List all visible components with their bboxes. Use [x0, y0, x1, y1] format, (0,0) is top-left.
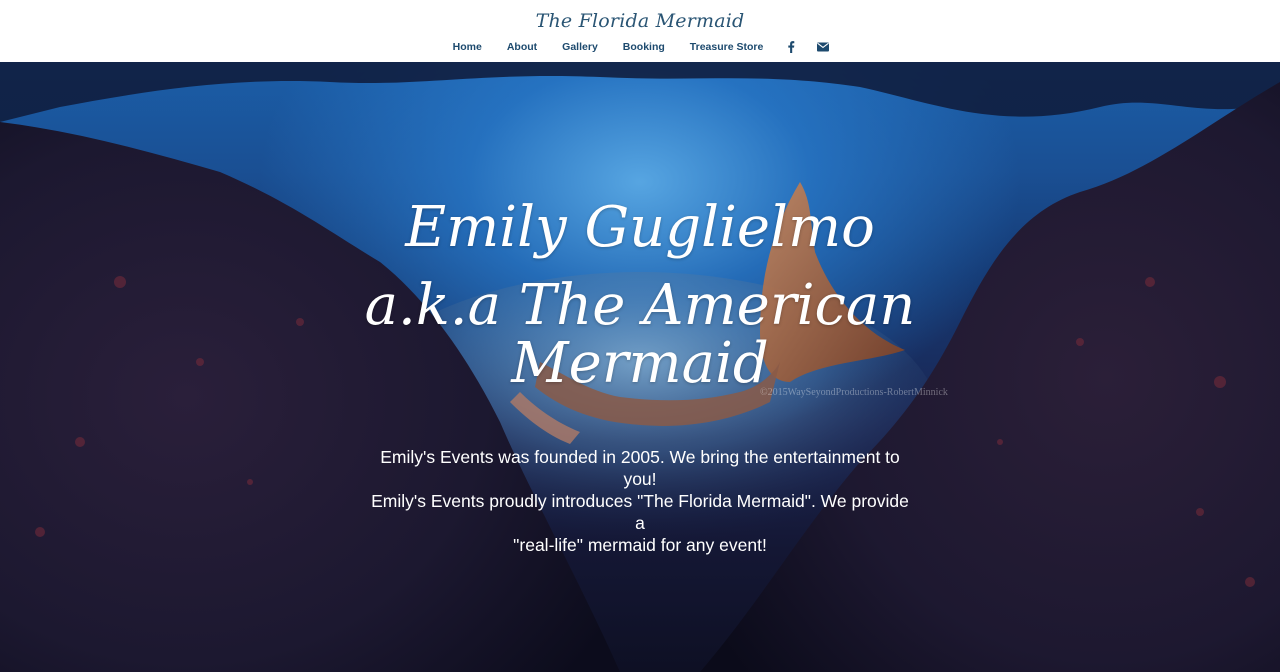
nav-home[interactable]: Home: [453, 41, 482, 53]
hero-title-line-3: Mermaid: [511, 331, 769, 396]
hero-section: ©2015WaySeyondProductions-RobertMinnick …: [0, 62, 1280, 672]
hero-title-line-2: a.k.a The American: [364, 273, 916, 338]
nav-booking[interactable]: Booking: [623, 41, 665, 53]
hero-description-line-2: Emily's Events proudly introduces "The F…: [371, 491, 909, 533]
main-nav: Home About Gallery Booking Treasure Stor…: [0, 41, 1280, 53]
mail-icon[interactable]: [816, 42, 829, 52]
hero-description-line-1: Emily's Events was founded in 2005. We b…: [380, 447, 900, 489]
nav-gallery[interactable]: Gallery: [562, 41, 598, 53]
nav-about[interactable]: About: [507, 41, 537, 53]
facebook-icon[interactable]: [787, 41, 795, 53]
hero-description-line-3: "real-life" mermaid for any event!: [513, 535, 767, 555]
site-logo[interactable]: The Florida Mermaid: [0, 10, 1280, 32]
nav-treasure-store[interactable]: Treasure Store: [690, 41, 764, 53]
hero-title-line-1: Emily Guglielmo: [405, 195, 875, 260]
site-header: The Florida Mermaid Home About Gallery B…: [0, 0, 1280, 62]
hero-description: Emily's Events was founded in 2005. We b…: [370, 446, 910, 556]
